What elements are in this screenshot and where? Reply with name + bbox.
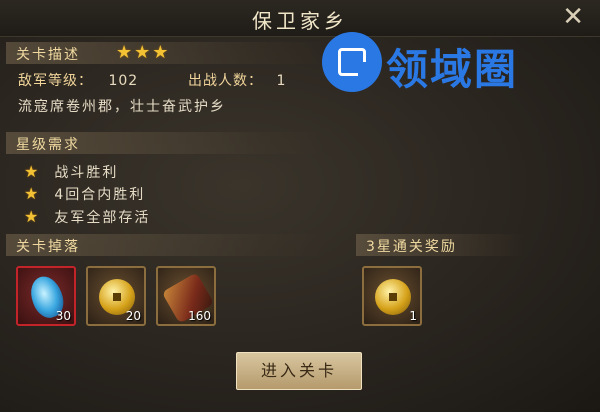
- drops-label: 关卡掉落: [16, 239, 80, 255]
- star-req-item: ★ 4回合内胜利: [24, 184, 145, 204]
- star-req-text: 友军全部存活: [54, 210, 151, 226]
- drop-item-scroll[interactable]: 160: [156, 266, 216, 326]
- star-req-item: ★ 战斗胜利: [24, 162, 118, 182]
- stage-info-panel: 保卫家乡 ✕ 关卡描述 ★★★ 敌军等级： 102 出战人数： 1 流寇席卷州郡…: [0, 0, 600, 412]
- reward-item-coin[interactable]: 1: [362, 266, 422, 326]
- enemy-level-label: 敌军等级：: [18, 73, 93, 89]
- item-count: 160: [188, 309, 211, 323]
- gold-coin-icon: [375, 279, 411, 315]
- star-icon: ★: [24, 207, 41, 226]
- enter-stage-button[interactable]: 进入关卡: [236, 352, 362, 390]
- watermark-logo-icon: [322, 32, 382, 92]
- item-count: 20: [125, 309, 141, 323]
- reward-header: 3星通关奖励: [356, 234, 526, 256]
- item-count: 1: [409, 309, 417, 323]
- star-icon: ★: [24, 162, 41, 181]
- deploy-count-label: 出战人数：: [188, 73, 263, 89]
- item-count: 30: [55, 309, 71, 323]
- drops-header: 关卡掉落: [6, 234, 326, 256]
- drop-item-coin[interactable]: 20: [86, 266, 146, 326]
- drop-item-gem[interactable]: 30: [16, 266, 76, 326]
- star-req-label: 星级需求: [16, 137, 80, 153]
- stage-description: 流寇席卷州郡，壮士奋武护乡: [18, 99, 226, 115]
- star-req-text: 4回合内胜利: [54, 187, 146, 203]
- panel-title: 保卫家乡: [252, 9, 348, 33]
- reward-label: 3星通关奖励: [366, 239, 457, 255]
- watermark: 领域圈: [322, 32, 572, 94]
- difficulty-stars: ★★★: [116, 42, 171, 63]
- star-req-text: 战斗胜利: [54, 165, 119, 181]
- deploy-count-value: 1: [276, 73, 287, 89]
- deploy-count-row: 出战人数： 1: [188, 70, 286, 90]
- watermark-text: 领域圈: [386, 45, 519, 94]
- enemy-level-value: 102: [108, 73, 139, 89]
- stage-desc-header: 关卡描述 ★★★: [6, 42, 326, 64]
- star-icon: ★: [24, 184, 41, 203]
- stage-desc-label: 关卡描述: [16, 47, 80, 63]
- star-req-item: ★ 友军全部存活: [24, 207, 150, 227]
- close-icon[interactable]: ✕: [562, 4, 584, 30]
- star-req-header: 星级需求: [6, 132, 326, 154]
- enemy-level-row: 敌军等级： 102: [18, 70, 138, 90]
